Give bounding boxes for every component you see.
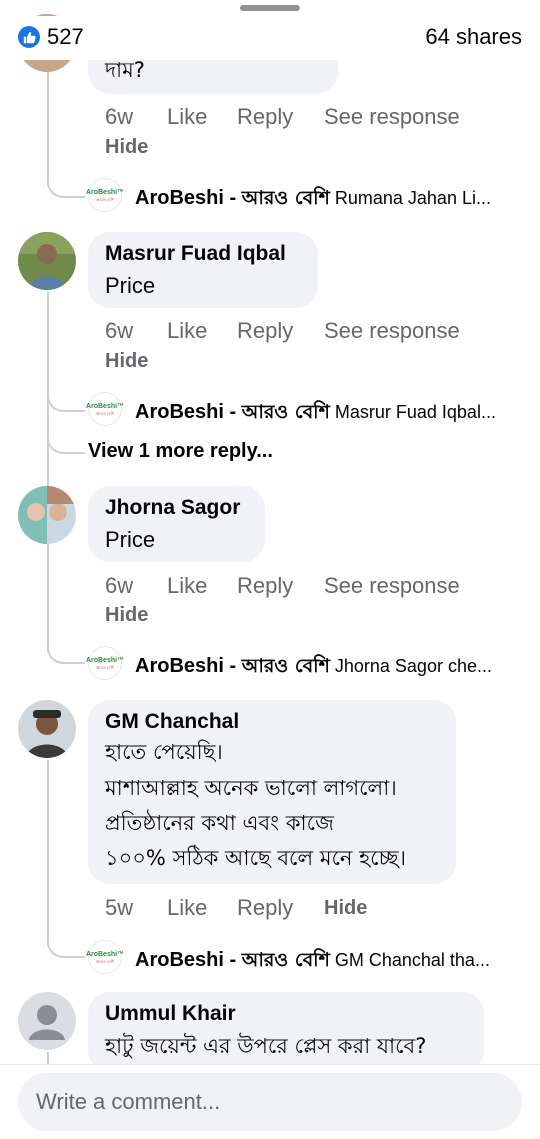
see-response-link[interactable]: See response (324, 318, 460, 344)
comment-text: হাটু জয়েন্ট এর উপরে প্লেস করা যাবে? (105, 1034, 427, 1058)
reply-snippet: Masrur Fuad Iqbal... (329, 402, 496, 422)
page-name-bn[interactable]: আরও বেশি (242, 655, 330, 677)
thread-line (47, 760, 49, 946)
thread-connector (47, 396, 85, 412)
thread-connector (47, 942, 85, 958)
comment-composer (0, 1064, 540, 1139)
arobeshi-logo: AroBeshi™ আরও বেশি (86, 392, 124, 426)
comment-bubble: Masrur Fuad Iqbal Price (88, 232, 318, 308)
hide-link[interactable]: Hide (105, 350, 148, 373)
comment-text-line: প্রতিষ্ঠানের কথা এবং কাজে (105, 811, 334, 835)
comment-bubble: Jhorna Sagor Price (88, 486, 265, 562)
page-name-bn[interactable]: আরও বেশি (242, 401, 330, 423)
thread-line (47, 60, 49, 186)
hide-link[interactable]: Hide (105, 136, 148, 159)
reply-link[interactable]: Reply (237, 573, 293, 599)
shares-count[interactable]: 64 shares (425, 24, 522, 50)
thread-connector (47, 182, 85, 198)
like-link[interactable]: Like (167, 895, 207, 921)
reply-snippet: Jhorna Sagor che... (329, 656, 492, 676)
comment-author[interactable]: Ummul Khair (105, 1002, 236, 1026)
reply-snippet: GM Chanchal tha... (329, 950, 490, 970)
reply-snippet: Rumana Jahan Li... (329, 188, 491, 208)
avatar[interactable] (18, 486, 76, 544)
page-reply[interactable]: AroBeshi™ আরও বেশি AroBeshi - আরও বেশি Ma… (86, 392, 528, 428)
reply-link[interactable]: Reply (237, 318, 293, 344)
comment-text-line: মাশাআল্লাহ অনেক ভালো লাগলো। (105, 776, 397, 800)
comment-text-line: ১০০% সঠিক আছে বলে মনে হচ্ছে। (105, 846, 406, 870)
reactions-bar: 527 64 shares (0, 16, 540, 60)
reply-link[interactable]: Reply (237, 895, 293, 921)
like-link[interactable]: Like (167, 318, 207, 344)
comment-text: Price (105, 273, 156, 298)
comment-bubble: Ummul Khair হাটু জয়েন্ট এর উপরে প্লেস ক… (88, 992, 484, 1072)
page-reply[interactable]: AroBeshi™ আরও বেশি AroBeshi - আরও বেশি GM… (86, 940, 528, 976)
hide-link[interactable]: Hide (105, 604, 148, 627)
see-response-link[interactable]: See response (324, 104, 460, 130)
see-response-link[interactable]: See response (324, 573, 460, 599)
page-name[interactable]: AroBeshi - (135, 401, 242, 423)
avatar[interactable] (18, 232, 76, 290)
avatar[interactable] (18, 700, 76, 758)
comment-author[interactable]: Jhorna Sagor (105, 496, 240, 520)
comment-actions: 6w Like Reply See response (105, 318, 525, 344)
arobeshi-logo: AroBeshi™ আরও বেশি (86, 178, 124, 212)
comment-time[interactable]: 5w (105, 895, 133, 921)
like-link[interactable]: Like (167, 104, 207, 130)
comment-input[interactable] (18, 1073, 522, 1131)
comment-actions: 6w Like Reply See response (105, 104, 525, 130)
comment-author[interactable]: Masrur Fuad Iqbal (105, 242, 286, 266)
page-name[interactable]: AroBeshi - (135, 655, 242, 677)
arobeshi-logo: AroBeshi™ আরও বেশি (86, 940, 124, 974)
comment-time[interactable]: 6w (105, 573, 133, 599)
avatar[interactable] (18, 992, 76, 1050)
thread-line (47, 546, 49, 652)
comment-text: Price (105, 527, 156, 552)
like-link[interactable]: Like (167, 573, 207, 599)
comment-text-line: হাতে পেয়েছি। (105, 740, 223, 764)
arobeshi-logo: AroBeshi™ আরও বেশি (86, 646, 124, 680)
comment-actions: 5w Like Reply Hide (105, 895, 525, 921)
page-reply[interactable]: AroBeshi™ আরও বেশি AroBeshi - আরও বেশি Ru… (86, 178, 528, 214)
hide-link[interactable]: Hide (324, 897, 367, 920)
comment-author[interactable]: GM Chanchal (105, 710, 239, 734)
thread-connector (47, 648, 85, 664)
comment-time[interactable]: 6w (105, 104, 133, 130)
view-more-replies-link[interactable]: View 1 more reply... (88, 440, 273, 463)
reply-link[interactable]: Reply (237, 104, 293, 130)
page-name-bn[interactable]: আরও বেশি (242, 949, 330, 971)
sheet-drag-handle[interactable] (240, 5, 300, 11)
like-reaction-icon[interactable] (18, 26, 40, 48)
page-name[interactable]: AroBeshi - (135, 949, 242, 971)
comment-actions: 6w Like Reply See response (105, 573, 525, 599)
like-count[interactable]: 527 (47, 24, 84, 50)
page-reply[interactable]: AroBeshi™ আরও বেশি AroBeshi - আরও বেশি Jh… (86, 646, 528, 682)
page-name-bn[interactable]: আরও বেশি (242, 187, 330, 209)
comment-time[interactable]: 6w (105, 318, 133, 344)
comment-bubble: GM Chanchal হাতে পেয়েছি। মাশাআল্লাহ অনে… (88, 700, 456, 884)
page-name[interactable]: AroBeshi - (135, 187, 242, 209)
thread-line (47, 1052, 49, 1064)
thread-connector (47, 438, 85, 454)
